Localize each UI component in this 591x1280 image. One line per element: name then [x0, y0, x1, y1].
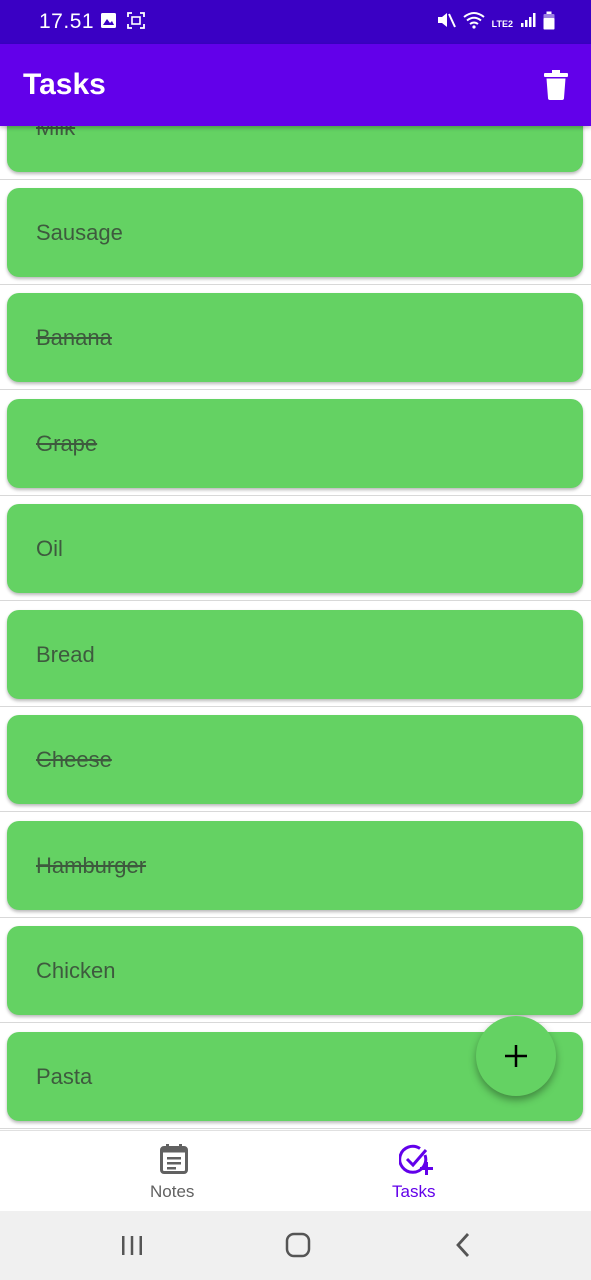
task-label: Bread — [36, 642, 95, 667]
network-type-label: LTE2 — [491, 18, 513, 29]
task-card[interactable]: Grape — [7, 399, 583, 488]
calendar-note-icon — [160, 1144, 188, 1174]
task-label: Chicken — [36, 958, 116, 983]
status-bar: 17.51 LTE2 — [0, 0, 591, 44]
task-label: Milk — [36, 126, 76, 140]
task-row: Cheese — [0, 707, 591, 812]
check-add-icon — [399, 1144, 433, 1175]
task-label: Sausage — [36, 220, 123, 245]
recent-apps-icon — [122, 1236, 142, 1255]
wifi-icon — [463, 12, 485, 29]
recent-apps-button[interactable] — [118, 1231, 146, 1264]
signal-icon — [521, 13, 536, 27]
task-list[interactable]: Milk Sausage Banana Grape Oil Bread Chee… — [0, 126, 591, 1130]
task-label: Banana — [36, 325, 112, 350]
trash-icon — [544, 70, 568, 100]
add-task-button[interactable] — [476, 1016, 556, 1096]
task-row: Oil — [0, 496, 591, 601]
task-label: Oil — [36, 536, 63, 561]
home-icon — [285, 1232, 311, 1258]
page-title: Tasks — [23, 68, 106, 101]
task-label: Grape — [36, 431, 98, 456]
screenshot-icon — [127, 12, 145, 29]
task-row: Banana — [0, 285, 591, 390]
home-button[interactable] — [284, 1231, 312, 1264]
task-row: Grape — [0, 391, 591, 496]
task-card[interactable]: Sausage — [7, 188, 583, 277]
back-button[interactable] — [450, 1231, 478, 1264]
task-row: Chicken — [0, 918, 591, 1023]
task-card[interactable]: Milk — [7, 126, 583, 172]
nav-label-tasks: Tasks — [392, 1182, 436, 1201]
status-left-icons — [100, 12, 145, 29]
delete-button[interactable] — [543, 70, 569, 100]
task-card[interactable]: Chicken — [7, 926, 583, 1015]
bottom-navigation: Notes Tasks — [0, 1130, 591, 1211]
plus-icon — [505, 1045, 527, 1067]
nav-item-tasks[interactable]: Tasks — [269, 1131, 564, 1212]
app-bar: Tasks — [0, 44, 591, 126]
gallery-icon — [101, 13, 116, 28]
task-row: Milk — [0, 126, 591, 180]
task-row: Bread — [0, 602, 591, 707]
task-card[interactable]: Hamburger — [7, 821, 583, 910]
task-card[interactable]: Banana — [7, 293, 583, 382]
back-icon — [456, 1233, 470, 1257]
mute-icon — [437, 13, 456, 28]
system-navigation-bar — [0, 1211, 591, 1280]
task-label: Cheese — [36, 747, 112, 772]
battery-icon — [543, 11, 555, 29]
status-right-icons: LTE2 — [436, 10, 555, 30]
task-row: Sausage — [0, 180, 591, 285]
status-time: 17.51 — [39, 10, 95, 33]
task-card[interactable]: Oil — [7, 504, 583, 593]
task-row: Hamburger — [0, 813, 591, 918]
task-label: Pasta — [36, 1064, 93, 1089]
task-card[interactable]: Bread — [7, 610, 583, 699]
task-card[interactable]: Cheese — [7, 715, 583, 804]
task-label: Hamburger — [36, 853, 147, 878]
